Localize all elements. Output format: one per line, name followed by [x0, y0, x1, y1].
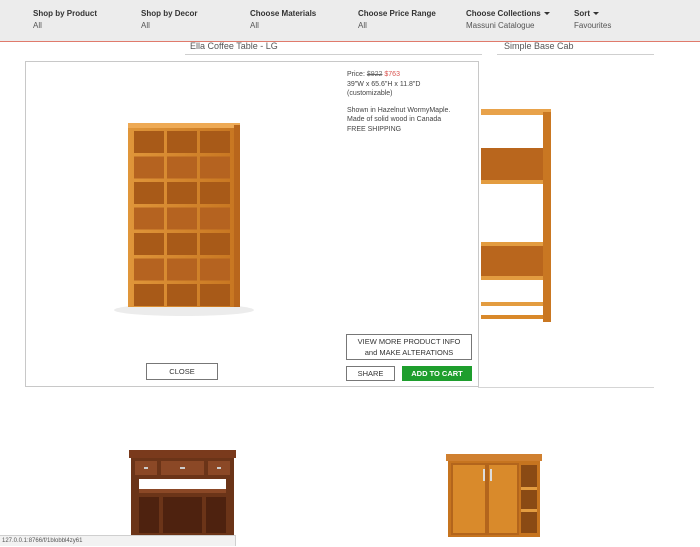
cubby-compartment — [167, 284, 197, 306]
button-label: SHARE — [357, 369, 384, 378]
filter-value: Favourites — [574, 21, 612, 30]
finish-note: Shown in Hazelnut WormyMaple. — [347, 106, 451, 114]
cubby-compartment — [134, 131, 164, 153]
cubby-compartment — [167, 207, 197, 230]
filter-sort[interactable]: Sort Favourites — [574, 8, 611, 32]
material-note: Made of solid wood in Canada — [347, 116, 442, 123]
cubby-compartment — [200, 156, 230, 179]
cubby-compartment — [200, 207, 230, 230]
product-name[interactable]: Ella Coffee Table - LG — [190, 41, 278, 51]
button-label: VIEW MORE PRODUCT INFO — [357, 337, 461, 346]
caret-down-icon — [543, 12, 550, 16]
filter-label: Shop by Product — [33, 9, 97, 18]
status-bar-url: 127.0.0.1:8766/f/1blobbl4zy61 — [0, 535, 236, 546]
filter-choose-price-range[interactable]: Choose Price Range All — [358, 8, 436, 32]
filter-choose-collections[interactable]: Choose Collections Massuni Catalogue — [466, 8, 550, 32]
button-label: CLOSE — [169, 367, 195, 376]
share-button[interactable]: SHARE — [346, 366, 395, 381]
dimensions: 39"W x 65.6"H x 11.8"D — [347, 80, 421, 88]
filter-label: Sort — [574, 9, 590, 18]
product-image-bookshelf-open[interactable] — [478, 104, 556, 326]
button-label: and MAKE ALTERATIONS — [364, 347, 454, 357]
row-divider — [478, 387, 654, 388]
filter-value: All — [250, 21, 259, 30]
cubby-compartment — [134, 258, 164, 281]
cubby-compartment — [167, 131, 197, 153]
product-quickview-modal: Price: $922 $763 39"W x 65.6"H x 11.8"D … — [25, 61, 479, 387]
filter-label: Choose Collections — [466, 9, 541, 18]
cubby-compartment — [167, 156, 197, 179]
button-label: ADD TO CART — [411, 369, 463, 378]
cubby-compartment — [167, 233, 197, 255]
filter-value: All — [33, 21, 42, 30]
filter-label: Shop by Decor — [141, 9, 198, 18]
cubby-compartment — [134, 156, 164, 179]
filter-value: All — [141, 21, 150, 30]
cubby-compartment — [134, 284, 164, 306]
caret-down-icon — [593, 12, 599, 16]
filter-value: All — [358, 21, 367, 30]
cubby-compartment — [200, 284, 230, 306]
price-old: $922 — [366, 71, 383, 78]
product-name-row-left: Ella Coffee Table - LG — [185, 40, 482, 55]
cubby-compartment — [167, 258, 197, 281]
customizable-note: (customizable) — [347, 90, 393, 97]
filter-choose-materials[interactable]: Choose Materials All — [250, 8, 316, 32]
filter-value: Massuni Catalogue — [466, 21, 535, 30]
product-info: Price: $922 $763 39"W x 65.6"H x 11.8"D … — [347, 70, 472, 134]
view-more-info-button[interactable]: VIEW MORE PRODUCT INFO and MAKE ALTERATI… — [346, 334, 472, 360]
cubby-compartment — [200, 131, 230, 153]
price-label: Price: — [347, 71, 365, 78]
cubby-compartment — [134, 182, 164, 204]
product-image-base-cabinet[interactable] — [444, 453, 544, 543]
cubby-compartment — [167, 182, 197, 204]
add-to-cart-button[interactable]: ADD TO CART — [402, 366, 472, 381]
close-button[interactable]: CLOSE — [146, 363, 218, 380]
filter-shop-by-product[interactable]: Shop by Product All — [33, 8, 97, 32]
cubby-compartment — [200, 258, 230, 281]
product-name[interactable]: Simple Base Cab — [504, 41, 574, 51]
price-new: $763 — [384, 71, 400, 78]
cubby-compartment — [200, 233, 230, 255]
product-name-row-right: Simple Base Cab — [497, 40, 654, 55]
shipping-note: FREE SHIPPING — [347, 125, 402, 133]
filter-bar: Shop by Product All Shop by Decor All Ch… — [0, 0, 700, 42]
filter-label: Choose Price Range — [358, 9, 436, 18]
product-image-cubby-bookcase — [114, 123, 254, 316]
product-image-console-table[interactable] — [125, 448, 240, 538]
filter-shop-by-decor[interactable]: Shop by Decor All — [141, 8, 197, 32]
cubby-compartment — [200, 182, 230, 204]
filter-label: Choose Materials — [250, 9, 317, 18]
cubby-compartment — [134, 233, 164, 255]
cubby-compartment — [134, 207, 164, 230]
